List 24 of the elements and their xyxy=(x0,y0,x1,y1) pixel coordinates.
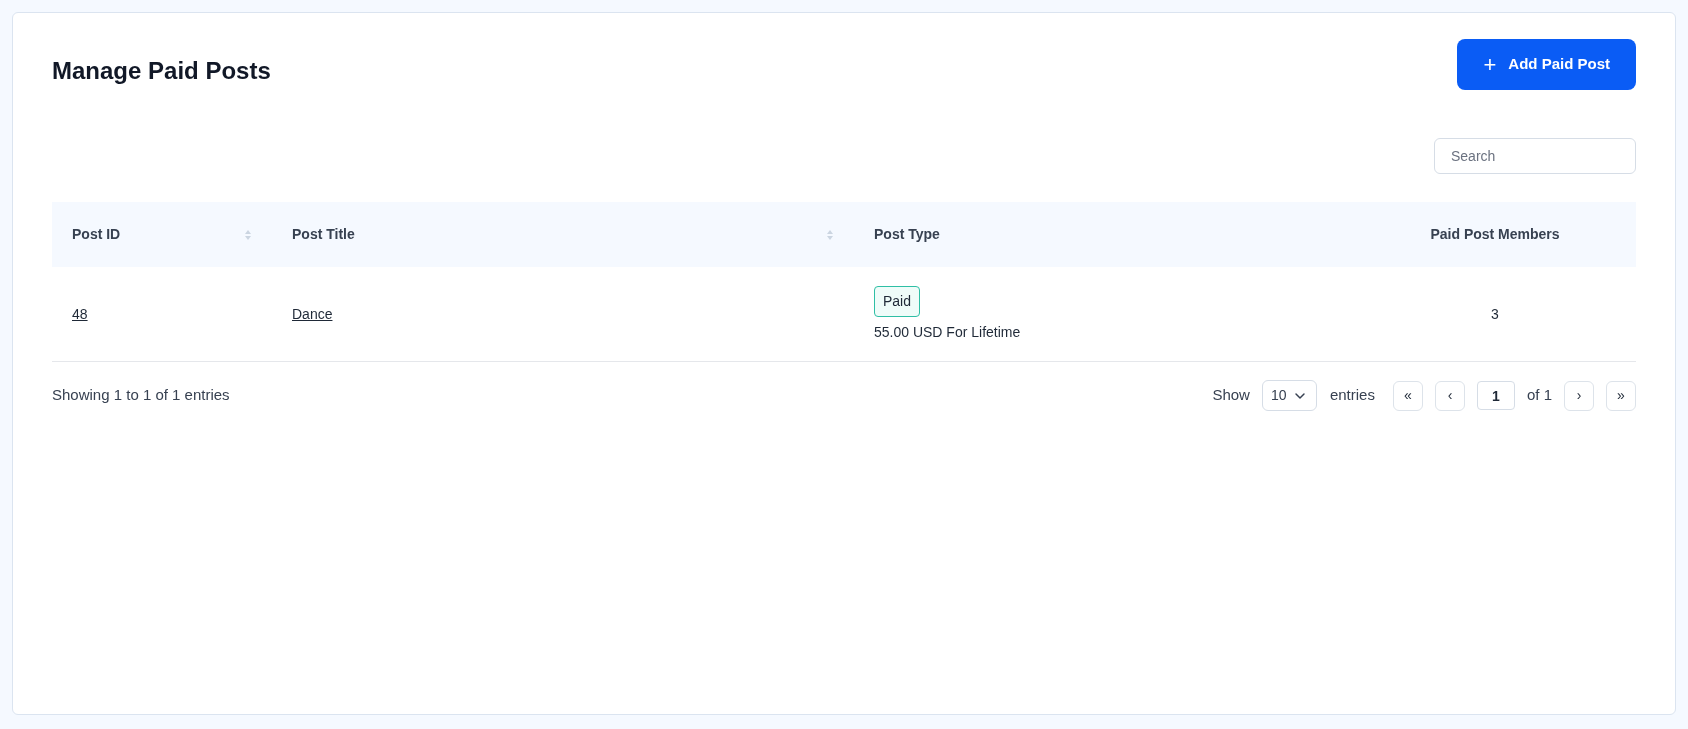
first-page-button[interactable]: « xyxy=(1392,380,1423,411)
price-text: 55.00 USD For Lifetime xyxy=(874,322,1021,342)
post-id-link[interactable]: 48 xyxy=(72,306,88,322)
add-paid-post-button[interactable]: + Add Paid Post xyxy=(1457,39,1636,90)
page-number-field[interactable]: 1 xyxy=(1476,381,1515,410)
post-title-link[interactable]: Dance xyxy=(292,306,333,322)
next-page-button[interactable]: › xyxy=(1564,380,1594,411)
page-title: Manage Paid Posts xyxy=(52,56,271,86)
sort-icon[interactable] xyxy=(826,228,834,241)
last-page-button[interactable]: » xyxy=(1606,380,1636,411)
paid-badge: Paid xyxy=(874,285,921,317)
page-size-select[interactable]: 10 xyxy=(1261,380,1317,411)
sort-icon[interactable] xyxy=(244,228,252,241)
entries-summary: Showing 1 to 1 of 1 entries xyxy=(52,385,230,406)
column-header[interactable]: Post Title xyxy=(292,224,834,245)
show-label: Show xyxy=(1212,385,1250,406)
column-header[interactable]: Post ID xyxy=(72,224,252,245)
page-count: of 1 xyxy=(1526,385,1552,406)
column-header: Post Type xyxy=(874,225,940,244)
previous-page-button[interactable]: ‹ xyxy=(1434,380,1465,411)
search-field[interactable]: Search xyxy=(1434,138,1636,174)
column-header: Paid Post Members xyxy=(1430,225,1560,244)
entries-label: entries xyxy=(1329,385,1375,406)
members-count: 3 xyxy=(1491,304,1499,324)
